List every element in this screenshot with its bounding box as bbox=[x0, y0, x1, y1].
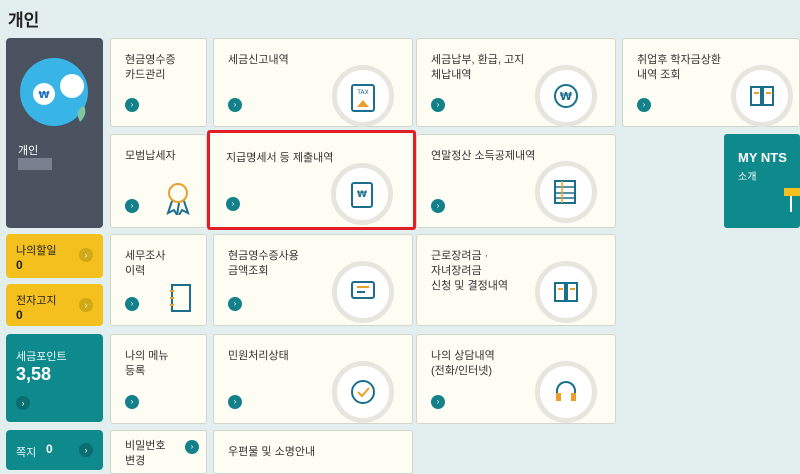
notebook-icon bbox=[170, 284, 191, 312]
tile-label: 민원처리상태 bbox=[228, 350, 289, 362]
tile-label: 우편물 및 소명안내 bbox=[228, 446, 316, 458]
award-ribbon-icon bbox=[166, 183, 190, 215]
check-circle-icon bbox=[332, 361, 394, 423]
tile-label: 세금납부, 환급, 고지 체납내역 bbox=[431, 54, 525, 81]
svg-text:₩: ₩ bbox=[38, 90, 49, 101]
tax-points-arrow-icon: › bbox=[16, 396, 30, 410]
my-nts-title: MY NTS bbox=[738, 150, 787, 165]
spreadsheet-icon bbox=[535, 161, 597, 223]
tile-label: 현금영수증 카드관리 bbox=[125, 54, 176, 81]
go-arrow-icon: › bbox=[431, 98, 445, 112]
tax-points-block[interactable]: 세금포인트 3,58 › bbox=[6, 334, 103, 422]
tile-label: 나의 메뉴 등록 bbox=[125, 350, 169, 377]
message-label: 쪽지 bbox=[16, 447, 37, 459]
tile-mail[interactable]: 우편물 및 소명안내 bbox=[213, 430, 413, 474]
tile-cash-receipt-usage[interactable]: 현금영수증사용 금액조회 › bbox=[213, 234, 413, 326]
globe-icon: ₩ bbox=[20, 58, 88, 126]
tax-document-icon: TAX bbox=[332, 65, 394, 127]
go-arrow-icon: › bbox=[125, 98, 139, 112]
tile-tax-payment[interactable]: 세금납부, 환급, 고지 체납내역 ₩ › bbox=[416, 38, 616, 127]
page-title: 개인 bbox=[8, 11, 40, 30]
notice-arrow-icon: › bbox=[79, 298, 93, 312]
message-block[interactable]: 쪽지 0 › bbox=[6, 430, 103, 470]
tile-label: 모범납세자 bbox=[125, 150, 176, 162]
book-icon bbox=[731, 65, 793, 127]
notice-block[interactable]: 전자고지 0 › bbox=[6, 284, 103, 326]
masked-name bbox=[18, 158, 52, 170]
receipt-icon bbox=[332, 261, 394, 323]
tile-year-end[interactable]: 연말정산 소득공제내역 › bbox=[416, 134, 616, 228]
open-book-icon bbox=[535, 261, 597, 323]
headset-icon bbox=[535, 361, 597, 423]
won-coin-icon: ₩ bbox=[535, 65, 597, 127]
go-arrow-icon: › bbox=[431, 199, 445, 213]
tile-consultation[interactable]: 나의 상담내역 (전화/인터넷) › bbox=[416, 334, 616, 424]
svg-text:₩: ₩ bbox=[560, 90, 572, 103]
tile-label: 취업후 학자금상환 내역 조회 bbox=[637, 54, 722, 81]
go-arrow-icon: › bbox=[226, 197, 240, 211]
signpost-icon bbox=[784, 188, 800, 212]
tile-label: 세금신고내역 bbox=[228, 54, 289, 66]
tile-label: 지급명세서 등 제출내역 bbox=[226, 152, 334, 164]
tile-withholding-highlighted[interactable]: 지급명세서 등 제출내역 ₩ › bbox=[207, 130, 416, 230]
tile-label: 근로장려금 · 자녀장려금 신청 및 결정내역 bbox=[431, 250, 508, 292]
tile-complaint[interactable]: 민원처리상태 › bbox=[213, 334, 413, 424]
tile-student-loan[interactable]: 취업후 학자금상환 내역 조회 › bbox=[622, 38, 800, 127]
todo-block[interactable]: 나의할일 0 › bbox=[6, 234, 103, 278]
tile-my-menu[interactable]: 나의 메뉴 등록 › bbox=[110, 334, 207, 424]
svg-text:₩: ₩ bbox=[357, 190, 367, 200]
todo-label: 나의할일 bbox=[16, 245, 57, 257]
tax-points-label: 세금포인트 bbox=[16, 351, 67, 363]
message-count: 0 bbox=[46, 442, 53, 456]
todo-arrow-icon: › bbox=[79, 248, 93, 262]
go-arrow-icon: › bbox=[125, 395, 139, 409]
profile-card[interactable]: ₩ 개인 bbox=[6, 38, 103, 228]
my-nts-card[interactable]: MY NTS 소개 bbox=[724, 134, 800, 228]
tile-label: 비밀번호 변경 bbox=[125, 440, 166, 467]
profile-label: 개인 bbox=[18, 145, 39, 157]
tile-tax-audit[interactable]: 세무조사 이력 › bbox=[110, 234, 207, 326]
won-document-icon: ₩ bbox=[331, 163, 393, 225]
go-arrow-icon: › bbox=[125, 297, 139, 311]
go-arrow-icon: › bbox=[228, 98, 242, 112]
todo-count: 0 bbox=[16, 258, 23, 272]
tile-exemplary-taxpayer[interactable]: 모범납세자 › bbox=[110, 134, 207, 228]
tile-tax-report[interactable]: 세금신고내역 TAX › bbox=[213, 38, 413, 127]
go-arrow-icon: › bbox=[185, 440, 199, 454]
go-arrow-icon: › bbox=[637, 98, 651, 112]
tile-earned-income-credit[interactable]: 근로장려금 · 자녀장려금 신청 및 결정내역 bbox=[416, 234, 616, 326]
tile-label: 연말정산 소득공제내역 bbox=[431, 150, 536, 162]
go-arrow-icon: › bbox=[228, 297, 242, 311]
tax-points-value: 3,58 bbox=[16, 364, 52, 384]
my-nts-subtitle: 소개 bbox=[738, 172, 757, 183]
tile-cash-receipt-card[interactable]: 현금영수증 카드관리 › bbox=[110, 38, 207, 127]
go-arrow-icon: › bbox=[228, 395, 242, 409]
notice-label: 전자고지 bbox=[16, 295, 57, 307]
go-arrow-icon: › bbox=[431, 395, 445, 409]
notice-count: 0 bbox=[16, 308, 23, 322]
message-arrow-icon: › bbox=[79, 443, 93, 457]
tile-label: 나의 상담내역 (전화/인터넷) bbox=[431, 350, 495, 377]
tile-password[interactable]: 비밀번호 변경 › bbox=[110, 430, 207, 474]
svg-text:TAX: TAX bbox=[356, 89, 368, 96]
tile-label: 현금영수증사용 금액조회 bbox=[228, 250, 299, 277]
go-arrow-icon: › bbox=[125, 199, 139, 213]
tile-label: 세무조사 이력 bbox=[125, 250, 166, 277]
